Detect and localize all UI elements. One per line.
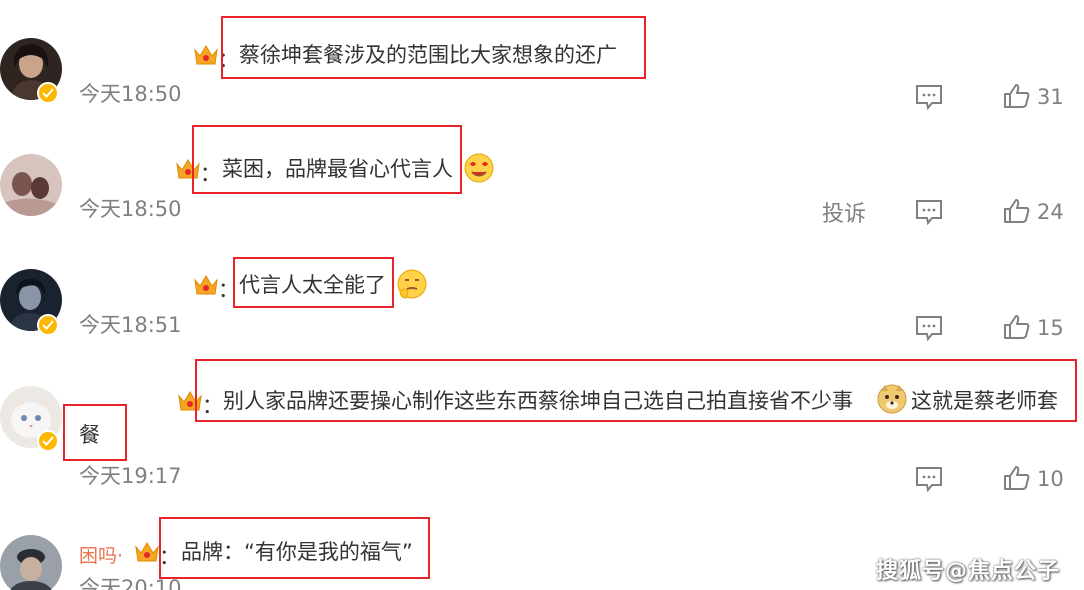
thumbs-up-icon[interactable]: [1003, 314, 1031, 340]
avatar[interactable]: [0, 535, 62, 590]
verified-badge-icon: [37, 82, 59, 104]
thinking-emoji-icon: [396, 268, 428, 300]
doge-emoji-icon: [876, 383, 908, 415]
verified-badge-icon: [37, 430, 59, 452]
like-count: 15: [1037, 316, 1064, 340]
crown-icon: [174, 156, 202, 182]
timestamp: 今天18:51: [79, 313, 182, 337]
thumbs-up-icon[interactable]: [1003, 465, 1031, 491]
crown-icon: [192, 272, 220, 298]
timestamp: 今天20:10: [79, 576, 182, 590]
comment-text-line2: 餐: [79, 423, 100, 447]
thumbs-up-icon[interactable]: [1003, 198, 1031, 224]
colon: ：: [218, 278, 239, 302]
avatar[interactable]: [0, 154, 62, 216]
like-count: 31: [1037, 85, 1064, 109]
timestamp: 今天18:50: [79, 82, 182, 106]
comment-text: 代言人太全能了: [239, 273, 386, 297]
comment-icon[interactable]: [915, 466, 943, 493]
verified-badge-icon: [37, 314, 59, 336]
colon: ：: [200, 162, 221, 186]
crown-icon: [133, 539, 161, 565]
like-count: 24: [1037, 200, 1064, 224]
watermark: 搜狐号@焦点公子: [875, 559, 1060, 584]
heart-eyes-emoji-icon: [463, 152, 495, 184]
comment-text-continued: 这就是蔡老师套: [911, 389, 1058, 413]
comment-text: 别人家品牌还要操心制作这些东西蔡徐坤自己选自己拍直接省不少事: [223, 389, 853, 413]
crown-icon: [176, 388, 204, 414]
comment-icon[interactable]: [915, 84, 943, 111]
user-name[interactable]: 困吗·: [79, 541, 123, 568]
timestamp: 今天19:17: [79, 464, 182, 488]
report-link[interactable]: 投诉: [822, 204, 866, 226]
comment-icon[interactable]: [915, 315, 943, 342]
crown-icon: [192, 42, 220, 68]
comment-icon[interactable]: [915, 199, 943, 226]
comment-text: 品牌：“有你是我的福气”: [181, 540, 413, 564]
colon: ：: [218, 48, 239, 72]
colon: ：: [159, 545, 180, 569]
comment-text: 菜困，品牌最省心代言人: [222, 157, 453, 181]
thumbs-up-icon[interactable]: [1003, 83, 1031, 109]
comment-text: 蔡徐坤套餐涉及的范围比大家想象的还广: [239, 43, 617, 67]
timestamp: 今天18:50: [79, 197, 182, 221]
like-count: 10: [1037, 467, 1064, 491]
colon: ：: [202, 394, 223, 418]
